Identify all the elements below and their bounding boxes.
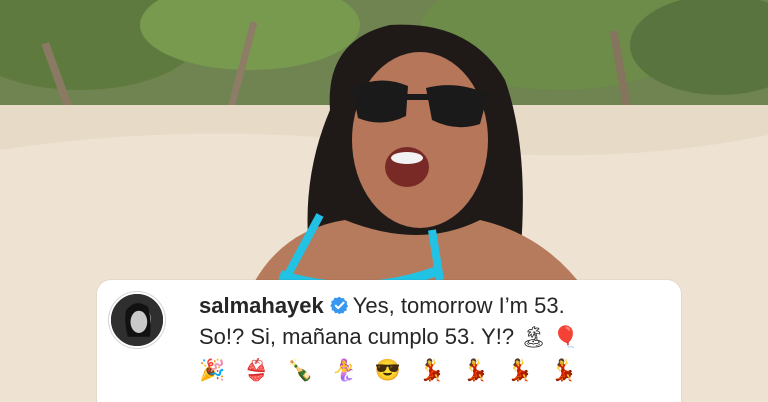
emoji-row: 🎉 👙 🍾 🧜‍♀️ 😎 💃 💃 💃 💃 xyxy=(199,359,584,382)
avatar-image xyxy=(111,294,163,346)
avatar[interactable] xyxy=(109,292,165,348)
caption-line2-emoji: 🏝 🎈 xyxy=(520,326,579,349)
caption-line1: Yes, tomorrow I’m 53. xyxy=(352,293,565,318)
caption-line2: So!? Si, mañana cumplo 53. Y!? xyxy=(199,324,515,349)
caption-card: salmahayek Yes, tomorrow I’m 53. So!? Si,… xyxy=(97,280,681,402)
username[interactable]: salmahayek xyxy=(199,293,324,318)
caption-text: salmahayek Yes, tomorrow I’m 53. So!? Si,… xyxy=(199,290,669,353)
verified-badge-icon xyxy=(330,296,349,315)
